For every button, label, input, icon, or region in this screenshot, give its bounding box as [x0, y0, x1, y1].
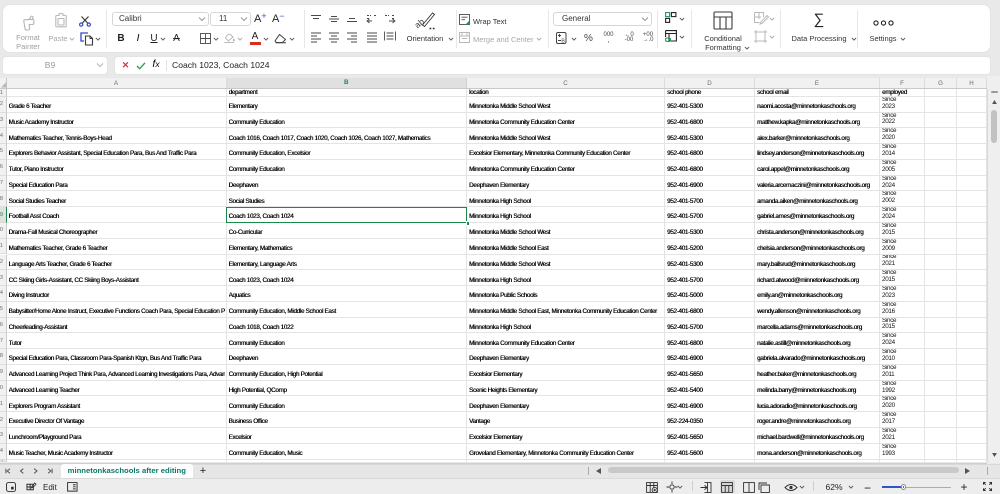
svg-text:B: B: [561, 39, 565, 45]
